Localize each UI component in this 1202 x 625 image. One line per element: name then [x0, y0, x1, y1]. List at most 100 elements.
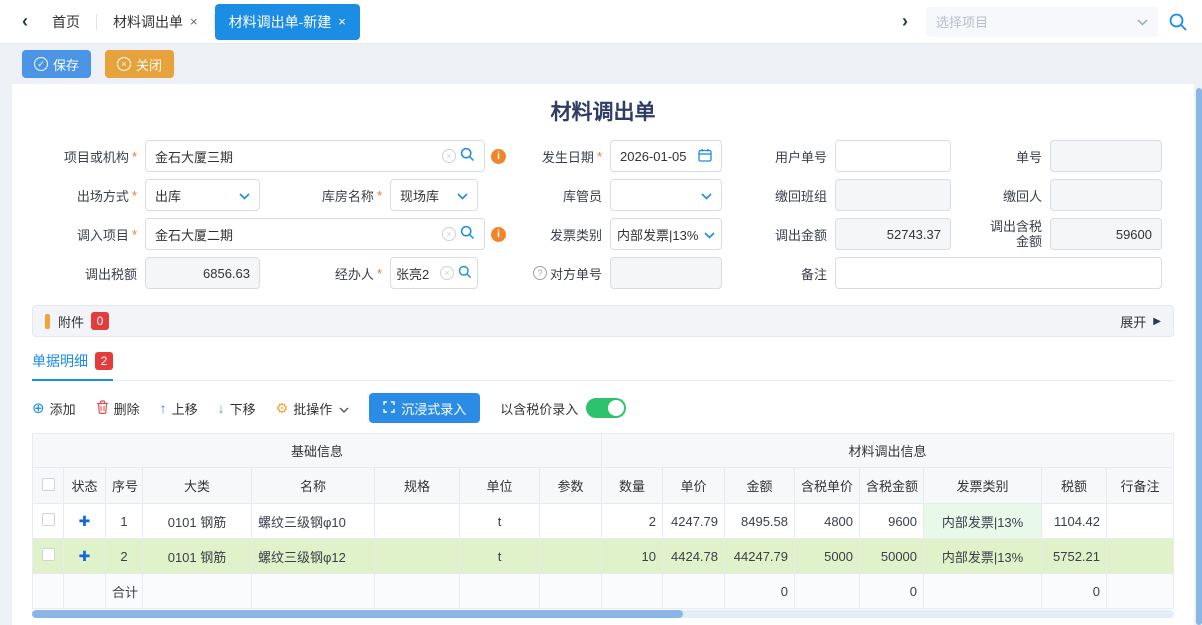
table-row-selected[interactable]: ✚ 2 0101 钢筋 螺纹三级钢φ12 t 10 4424.78 44247.… [33, 539, 1174, 574]
tabs-scroll-right-icon[interactable]: › [894, 11, 916, 32]
horizontal-scrollbar[interactable] [32, 610, 1174, 618]
check-circle-icon: ✓ [34, 57, 48, 71]
close-button[interactable]: × 关闭 [105, 50, 174, 78]
col-price: 单价 [663, 468, 725, 504]
search-icon[interactable] [460, 147, 475, 165]
tab-material-new[interactable]: 材料调出单-新建 × [215, 4, 360, 40]
col-category: 大类 [143, 468, 252, 504]
info-icon[interactable]: i [491, 227, 506, 242]
col-row-remark: 行备注 [1107, 468, 1174, 504]
select-all-header[interactable] [33, 468, 64, 504]
toggle-knob [608, 400, 624, 416]
move-up-button[interactable]: ↑ 上移 [160, 399, 198, 418]
checkbox-icon[interactable] [42, 548, 55, 561]
tab-detail[interactable]: 单据明细 2 [32, 351, 113, 381]
delete-row-button[interactable]: 删除 [96, 399, 140, 418]
tax-toggle-label: 以含税价录入 [500, 399, 578, 418]
add-subrow-icon[interactable]: ✚ [79, 548, 91, 564]
detail-tab-row: 单据明细 2 [32, 351, 1174, 381]
close-tab-icon[interactable]: × [338, 14, 346, 29]
in-project-field[interactable]: 金石大厦二期 × [145, 218, 485, 250]
order-form: 项目或机构* 金石大厦三期 × i 发生日期* 2026-01-05 用户单号 … [32, 140, 1174, 289]
clear-icon[interactable]: × [442, 227, 456, 241]
batch-operations-button[interactable]: ⚙ 批操作 [276, 399, 350, 418]
calendar-icon[interactable] [698, 148, 712, 165]
attachment-label: 附件 [58, 312, 84, 331]
chevron-down-icon [1137, 13, 1148, 31]
col-amount: 金额 [725, 468, 795, 504]
project-select[interactable]: 选择项目 [926, 7, 1158, 37]
search-icon[interactable] [460, 225, 475, 243]
totals-tax-amount: 0 [860, 574, 924, 609]
invoice-type-select[interactable]: 内部发票|13% [610, 218, 722, 250]
chevron-down-icon [457, 188, 468, 203]
attachment-marker-icon [45, 314, 50, 329]
scrollbar-thumb[interactable] [32, 610, 683, 618]
action-toolbar: ✓ 保存 × 关闭 [0, 44, 1202, 84]
project-label: 项目或机构* [32, 147, 145, 166]
out-amount-label: 调出金额 [722, 225, 835, 244]
opposite-no-field [610, 257, 722, 289]
agent-label: 经办人* [260, 264, 390, 283]
table-toolbar: ⊕ 添加 删除 ↑ 上移 ↓ 下移 ⚙ 批操作 沉浸式录入 以含税价录入 [32, 393, 1174, 423]
required-star: * [132, 188, 137, 203]
keeper-select[interactable] [610, 179, 722, 211]
tax-price-toggle[interactable] [586, 398, 626, 418]
date-field[interactable]: 2026-01-05 [610, 140, 722, 172]
project-field[interactable]: 金石大厦三期 × [145, 140, 485, 172]
immersive-entry-button[interactable]: 沉浸式录入 [369, 393, 480, 423]
chevron-down-icon [239, 188, 250, 203]
group-header-basic: 基础信息 [33, 434, 602, 468]
arrow-down-icon: ↓ [218, 400, 225, 416]
remark-field[interactable] [835, 257, 1162, 289]
search-icon[interactable] [1168, 12, 1188, 32]
out-amount-tax-field: 59600 [1050, 218, 1162, 250]
main-panel: 材料调出单 项目或机构* 金石大厦三期 × i 发生日期* 2026-01-05… [12, 84, 1194, 625]
detail-table: 基础信息 材料调出信息 状态 序号 大类 名称 规格 单位 参数 数量 单价 金… [32, 433, 1174, 609]
tab-bar: ‹ 首页 材料调出单 × 材料调出单-新建 × › 选择项目 [0, 0, 1202, 44]
save-button[interactable]: ✓ 保存 [22, 50, 91, 78]
required-star: * [377, 266, 382, 281]
expand-button[interactable]: 展开 ▶ [1120, 312, 1161, 331]
warehouse-label: 库房名称* [260, 186, 390, 205]
tabs-scroll-left-icon[interactable]: ‹ [14, 11, 36, 32]
add-subrow-icon[interactable]: ✚ [79, 513, 91, 529]
doc-no-label: 单号 [951, 147, 1050, 166]
user-no-field[interactable] [835, 140, 951, 172]
info-icon[interactable]: i [491, 149, 506, 164]
out-amount-field: 52743.37 [835, 218, 951, 250]
search-icon[interactable] [458, 265, 472, 282]
move-down-button[interactable]: ↓ 下移 [218, 399, 256, 418]
invoice-type-label: 发票类别 [509, 225, 610, 244]
agent-field[interactable]: 张亮2 × [390, 257, 478, 289]
warehouse-select[interactable]: 现场库 [390, 179, 478, 211]
col-qty: 数量 [602, 468, 663, 504]
tab-material-list[interactable]: 材料调出单 × [97, 4, 214, 40]
return-person-field [1050, 179, 1162, 211]
checkbox-icon[interactable] [42, 478, 55, 491]
checkbox-icon[interactable] [42, 513, 55, 526]
col-spec: 规格 [375, 468, 460, 504]
date-label: 发生日期* [509, 147, 610, 166]
clear-icon[interactable]: × [440, 266, 454, 280]
attachment-bar[interactable]: 附件 0 展开 ▶ [32, 305, 1174, 337]
chevron-down-icon [704, 227, 715, 242]
out-tax-label: 调出税额 [32, 264, 145, 283]
required-star: * [132, 149, 137, 164]
vertical-scrollbar[interactable] [1196, 88, 1202, 625]
clear-icon[interactable]: × [442, 149, 456, 163]
tab-home[interactable]: 首页 [36, 4, 96, 40]
chevron-down-icon [701, 188, 712, 203]
out-tax-field: 6856.63 [145, 257, 260, 289]
user-no-label: 用户单号 [722, 147, 835, 166]
add-row-button[interactable]: ⊕ 添加 [32, 399, 76, 418]
table-row[interactable]: ✚ 1 0101 钢筋 螺纹三级钢φ10 t 2 4247.79 8495.58… [33, 504, 1174, 539]
close-tab-icon[interactable]: × [190, 14, 198, 29]
doc-no-field [1050, 140, 1162, 172]
question-icon[interactable]: ? [533, 266, 547, 280]
close-circle-icon: × [117, 57, 131, 71]
out-method-select[interactable]: 出库 [145, 179, 260, 211]
opposite-no-label: ?对方单号 [478, 264, 610, 283]
project-select-placeholder: 选择项目 [936, 12, 1137, 31]
trash-icon [96, 400, 109, 417]
